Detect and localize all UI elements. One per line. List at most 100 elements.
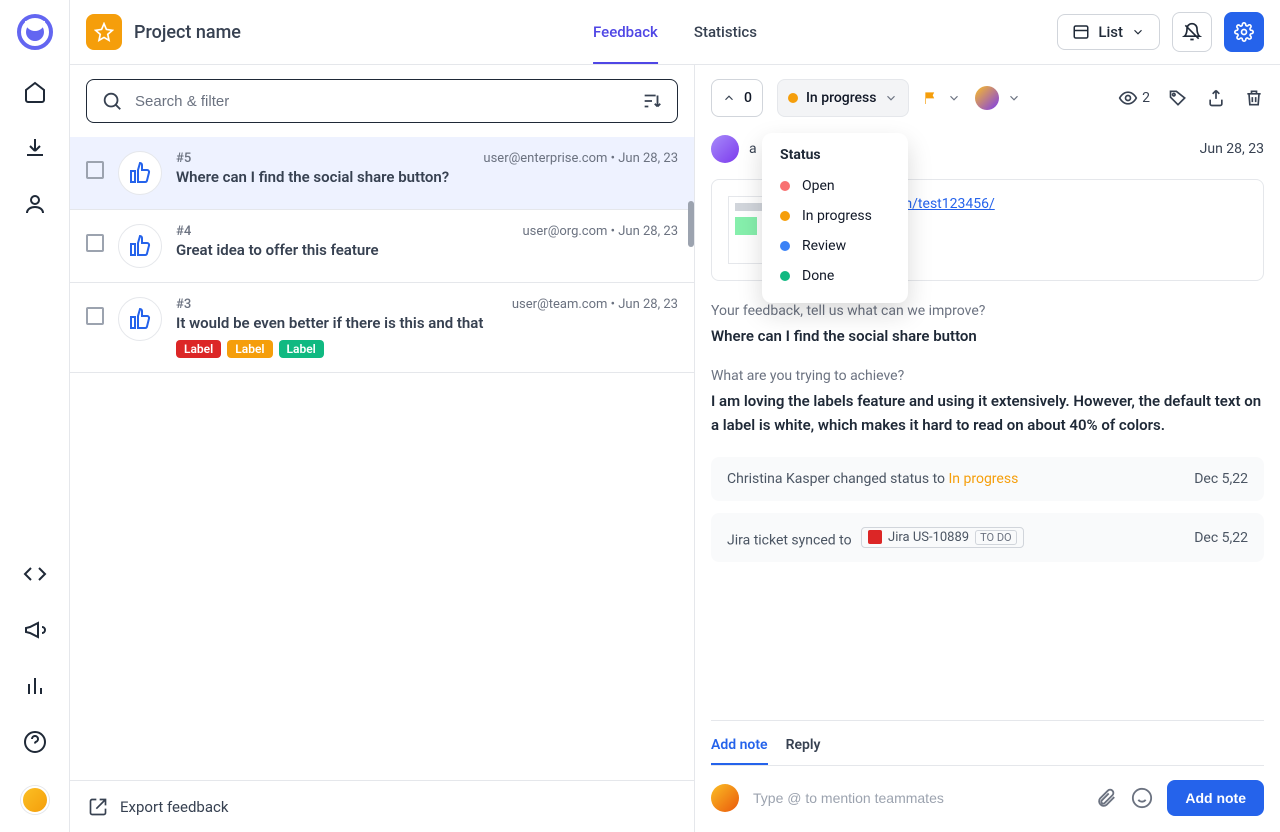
status-selector[interactable]: In progress: [777, 79, 910, 117]
status-dropdown: Status OpenIn progressReviewDone: [762, 133, 908, 303]
qa-feedback: Your feedback, tell us what can we impro…: [711, 303, 1264, 348]
export-feedback[interactable]: Export feedback: [70, 780, 694, 832]
feedback-item[interactable]: #4 user@org.com • Jun 28, 23 Great idea …: [70, 210, 694, 283]
settings-button[interactable]: [1224, 12, 1264, 52]
tag-icon[interactable]: [1168, 88, 1188, 108]
chevron-down-icon: [884, 91, 898, 105]
export-icon: [88, 797, 108, 817]
activity-date: Dec 5,22: [1194, 471, 1248, 487]
status-option[interactable]: Open: [762, 171, 908, 201]
search-icon: [101, 90, 123, 112]
topbar: Project name Feedback Statistics List: [70, 0, 1280, 65]
note-panel: Add note Reply Add note: [711, 720, 1264, 832]
assignee-avatar[interactable]: [975, 86, 999, 110]
feedback-title: Where can I find the social share button…: [176, 168, 678, 186]
label-chip: Label: [279, 340, 324, 358]
chevron-down-icon[interactable]: [947, 91, 961, 105]
status-dot: [780, 271, 790, 281]
label-chip: Label: [176, 340, 221, 358]
profile-avatar[interactable]: [21, 786, 49, 814]
attachment-icon[interactable]: [1095, 787, 1117, 809]
status-dot: [788, 93, 798, 103]
status-dot: [780, 181, 790, 191]
feedback-labels: Label Label Label: [176, 340, 678, 358]
tab-feedback[interactable]: Feedback: [593, 0, 658, 64]
feedback-checkbox[interactable]: [86, 307, 104, 325]
jira-icon: [868, 530, 882, 544]
flag-icon[interactable]: [923, 90, 939, 106]
status-label: In progress: [806, 90, 877, 106]
export-label: Export feedback: [120, 798, 228, 816]
feedback-id: #3: [176, 297, 191, 312]
thumb-up-icon: [118, 224, 162, 268]
feedback-item[interactable]: #5 user@enterprise.com • Jun 28, 23 Wher…: [70, 137, 694, 210]
activity-date: Dec 5,22: [1194, 530, 1248, 546]
sort-icon[interactable]: [641, 90, 663, 112]
view-toggle[interactable]: List: [1057, 14, 1160, 50]
author-avatar: [711, 135, 739, 163]
status-option[interactable]: In progress: [762, 201, 908, 231]
status-dot: [780, 241, 790, 251]
share-icon[interactable]: [1206, 88, 1226, 108]
activity-item: Jira ticket synced to Jira US-10889 TO D…: [711, 513, 1264, 563]
qa-goal: What are you trying to achieve? I am lov…: [711, 368, 1264, 437]
feedback-list-panel: #5 user@enterprise.com • Jun 28, 23 Wher…: [70, 65, 695, 832]
author-date: Jun 28, 23: [1200, 141, 1264, 157]
project-star-icon[interactable]: [86, 14, 122, 50]
chevron-down-icon[interactable]: [1007, 91, 1021, 105]
search-input[interactable]: [135, 93, 629, 110]
announce-icon[interactable]: [23, 618, 47, 642]
status-option[interactable]: Review: [762, 231, 908, 261]
notifications-off-icon[interactable]: [1172, 12, 1212, 52]
chevron-down-icon: [1131, 25, 1145, 39]
feedback-meta: user@org.com • Jun 28, 23: [523, 224, 678, 239]
app-sidebar: [0, 0, 70, 832]
feedback-id: #5: [176, 151, 191, 166]
chevron-up-icon: [722, 91, 736, 105]
feedback-checkbox[interactable]: [86, 234, 104, 252]
delete-icon[interactable]: [1244, 88, 1264, 108]
user-icon[interactable]: [23, 192, 47, 216]
project-title: Project name: [134, 22, 241, 43]
views-count: 2: [1118, 88, 1150, 108]
status-option[interactable]: Done: [762, 261, 908, 291]
feedback-checkbox[interactable]: [86, 161, 104, 179]
app-logo[interactable]: [17, 14, 53, 50]
search-box[interactable]: [86, 79, 678, 123]
dropdown-header: Status: [762, 145, 908, 171]
feedback-title: Great idea to offer this feature: [176, 241, 678, 259]
view-toggle-label: List: [1098, 23, 1123, 41]
add-note-button[interactable]: Add note: [1167, 780, 1264, 816]
scrollbar[interactable]: [688, 201, 694, 247]
tab-statistics[interactable]: Statistics: [694, 0, 757, 64]
feedback-title: It would be even better if there is this…: [176, 314, 678, 332]
qa-answer: Where can I find the social share button: [711, 325, 1264, 348]
label-chip: Label: [227, 340, 272, 358]
detail-nav-count[interactable]: 0: [711, 79, 763, 117]
activity-item: Christina Kasper changed status to In pr…: [711, 457, 1264, 501]
embed-icon[interactable]: [23, 562, 47, 586]
qa-answer: I am loving the labels feature and using…: [711, 390, 1264, 437]
tab-add-note[interactable]: Add note: [711, 731, 768, 765]
home-icon[interactable]: [23, 80, 47, 104]
feedback-meta: user@team.com • Jun 28, 23: [512, 297, 678, 312]
status-dot: [780, 211, 790, 221]
detail-toolbar: 0 In progress 2: [695, 65, 1280, 131]
feedback-item[interactable]: #3 user@team.com • Jun 28, 23 It would b…: [70, 283, 694, 373]
list-icon: [1072, 23, 1090, 41]
note-avatar: [711, 784, 739, 812]
tab-reply[interactable]: Reply: [786, 731, 821, 765]
topnav: Feedback Statistics: [593, 0, 757, 64]
analytics-icon[interactable]: [23, 674, 47, 698]
emoji-icon[interactable]: [1131, 787, 1153, 809]
note-input[interactable]: [753, 790, 1081, 806]
jira-badge[interactable]: Jira US-10889 TO DO: [861, 527, 1024, 548]
feedback-id: #4: [176, 224, 191, 239]
detail-panel: 0 In progress 2: [695, 65, 1280, 832]
help-icon[interactable]: [23, 730, 47, 754]
author-name: a: [749, 141, 757, 157]
thumb-up-icon: [118, 151, 162, 195]
feedback-meta: user@enterprise.com • Jun 28, 23: [483, 151, 678, 166]
eye-icon: [1118, 88, 1138, 108]
download-icon[interactable]: [23, 136, 47, 160]
